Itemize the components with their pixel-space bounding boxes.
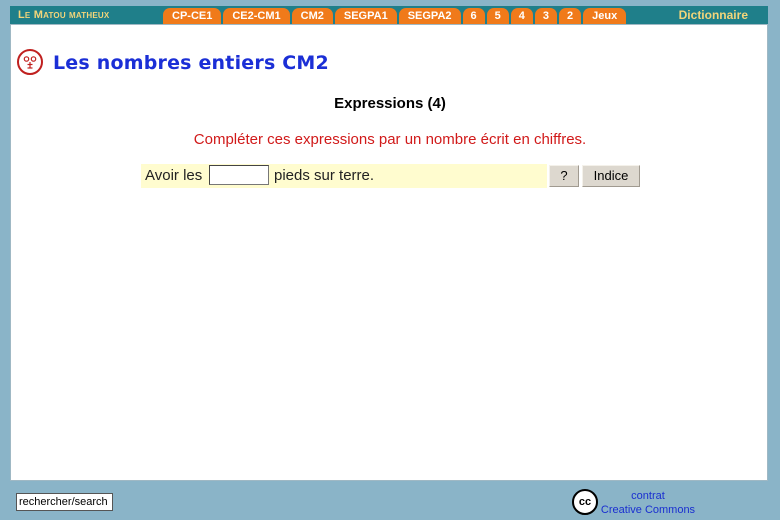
top-nav-bar: Le Matou matheux CP-CE1 CE2-CM1 CM2 SEGP…: [10, 6, 768, 24]
license-line-1: contrat: [631, 490, 665, 502]
dictionary-link[interactable]: Dictionnaire: [679, 6, 748, 24]
page-title: Les nombres entiers CM2: [53, 52, 329, 74]
tab-segpa2[interactable]: SEGPA2: [398, 8, 461, 24]
creative-commons-icon[interactable]: cc: [572, 489, 598, 515]
tab-5[interactable]: 5: [486, 8, 509, 24]
tab-4[interactable]: 4: [510, 8, 533, 24]
tab-3[interactable]: 3: [534, 8, 557, 24]
tab-cm2[interactable]: CM2: [291, 8, 333, 24]
site-brand-link[interactable]: Le Matou matheux: [18, 6, 109, 24]
answer-input[interactable]: [209, 165, 269, 185]
hint-button[interactable]: Indice: [582, 165, 640, 187]
tab-6[interactable]: 6: [462, 8, 485, 24]
level-tabs: CP-CE1 CE2-CM1 CM2 SEGPA1 SEGPA2 6 5 4 3…: [163, 8, 627, 24]
exercise-title: Expressions (4): [334, 95, 446, 112]
tab-2[interactable]: 2: [559, 8, 582, 24]
content-panel: Les nombres entiers CM2 Expressions (4) …: [10, 24, 768, 481]
license-link[interactable]: contrat Creative Commons: [600, 489, 696, 517]
help-button[interactable]: ?: [549, 165, 579, 187]
tab-ce2-cm1[interactable]: CE2-CM1: [223, 8, 290, 24]
cat-face-logo-icon: [17, 49, 43, 75]
tab-segpa1[interactable]: SEGPA1: [334, 8, 397, 24]
expression-prefix: Avoir les: [145, 167, 203, 184]
instruction-text: Compléter ces expressions par un nombre …: [193, 131, 587, 148]
expression-suffix: pieds sur terre.: [274, 167, 375, 184]
tab-jeux[interactable]: Jeux: [583, 8, 627, 24]
expression-row: Avoir les pieds sur terre.: [141, 164, 547, 188]
tab-cp-ce1[interactable]: CP-CE1: [163, 8, 222, 24]
license-line-2: Creative Commons: [600, 504, 696, 516]
search-input[interactable]: [16, 493, 113, 511]
